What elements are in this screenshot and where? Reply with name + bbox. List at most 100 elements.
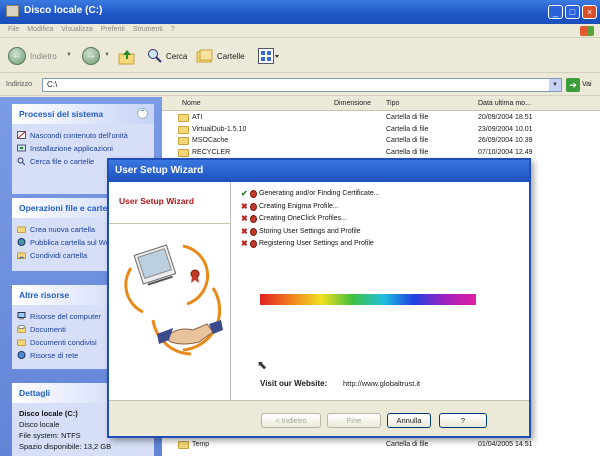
column-size[interactable]: Dimensione [334, 100, 371, 107]
system-tasks-header[interactable]: Processi del sistema ⌃ [12, 104, 154, 124]
drive-icon [6, 5, 19, 17]
folders-button-label[interactable]: Cartelle [217, 52, 245, 61]
go-button-label[interactable]: Vai [582, 81, 592, 88]
install-apps-icon [17, 144, 26, 152]
file-row[interactable]: MSOCache Cartella di file 26/09/2004 10.39 [162, 136, 600, 147]
details-title: Dettagli [19, 388, 51, 398]
toolbar: ← Indietro ▼ → ▼ Cerca Cartelle [0, 39, 600, 73]
new-folder-icon [17, 226, 26, 233]
share-folder-icon [17, 252, 26, 259]
column-date[interactable]: Data ultima mo... [478, 100, 531, 107]
go-arrow-icon[interactable]: ➔ [566, 78, 580, 92]
folder-up-icon[interactable] [118, 48, 136, 66]
close-button[interactable]: × [582, 5, 597, 19]
hide-contents-icon [17, 131, 26, 139]
address-label: Indirizzo [6, 81, 33, 88]
wizard-main-panel: ✔ Generating and/or Finding Certificate..… [231, 182, 529, 400]
menu-modifica[interactable]: Modifica [27, 26, 53, 33]
file-type: Cartella di file [386, 114, 429, 121]
menu-help[interactable]: ? [171, 26, 175, 33]
search-button-label[interactable]: Cerca [166, 52, 187, 61]
back-arrow-icon[interactable]: ← [8, 47, 26, 65]
place-shared-documents-label: Documenti condivisi [30, 338, 97, 347]
wizard-step-label: Generating and/or Finding Certificate... [259, 190, 380, 197]
file-name: Temp [192, 441, 210, 448]
back-button-label[interactable]: Indietro [30, 52, 57, 61]
file-date: 23/09/2004 10.01 [478, 125, 533, 133]
file-type: Cartella di file [386, 148, 429, 156]
other-places-title: Altre risorse [19, 290, 70, 300]
task-install-apps-label: Installazione applicazioni [30, 144, 113, 153]
collapse-chevron-icon[interactable]: ⌃ [137, 108, 148, 119]
minimize-button[interactable]: _ [548, 5, 563, 19]
seal-icon [250, 215, 257, 223]
seal-icon [250, 202, 257, 211]
wizard-side-panel: User Setup Wizard [109, 182, 231, 400]
task-hide-contents-label: Nascondi contenuto dell'unità [30, 131, 128, 140]
file-date: 20/09/2004 18.51 [478, 114, 533, 121]
file-row[interactable]: ATI Cartella di file 20/09/2004 18.51 [162, 113, 600, 124]
file-name: ATI [192, 114, 203, 121]
help-button[interactable]: ? [439, 413, 487, 428]
column-name[interactable]: Nome [182, 100, 201, 107]
forward-arrow-icon[interactable]: → [82, 47, 100, 65]
menu-visualizza[interactable]: Visualizza [61, 26, 92, 33]
folder-icon [178, 114, 189, 122]
website-url[interactable]: http://www.globaltrust.it [343, 379, 420, 388]
maximize-button[interactable]: □ [565, 5, 580, 19]
back-button[interactable]: < Indietro [261, 413, 321, 428]
cross-icon: ✖ [241, 214, 248, 223]
file-date: 01/04/2005 14.51 [478, 441, 533, 448]
file-type: Cartella di file [386, 441, 429, 448]
views-icon[interactable] [258, 48, 280, 64]
task-hide-contents[interactable]: Nascondi contenuto dell'unità [12, 129, 154, 142]
address-value: C:\ [47, 80, 58, 89]
folder-icon [178, 148, 189, 157]
search-icon[interactable] [147, 48, 163, 64]
menu-bar: File Modifica Visualizza Preferiti Strumenti… [0, 24, 600, 38]
wizard-step: ✖ Registering User Settings and Profile [241, 239, 374, 250]
file-name: VirtualDub-1.5.10 [192, 125, 247, 133]
cancel-button[interactable]: Annulla [387, 413, 431, 428]
wizard-step-label: Creating OneClick Profiles... [259, 215, 347, 222]
wizard-side-header: User Setup Wizard [109, 182, 231, 224]
wizard-step-label: Storing User Settings and Profile [259, 227, 361, 235]
wizard-step: ✖ Creating OneClick Profiles... [241, 214, 347, 225]
network-icon [17, 351, 26, 359]
menu-preferiti[interactable]: Preferiti [101, 26, 125, 33]
file-list-header: Nome Dimensione Tipo Data ultima mo... [162, 97, 600, 111]
place-network-label: Risorse di rete [30, 351, 79, 360]
back-dropdown-icon[interactable]: ▼ [66, 52, 72, 58]
finish-button[interactable]: Fine [327, 413, 381, 428]
file-name: MSOCache [192, 137, 229, 144]
seal-icon [250, 240, 257, 248]
address-field[interactable]: C:\ ▼ [42, 78, 562, 92]
check-icon: ✔ [241, 189, 248, 198]
file-row[interactable]: RECYCLER Cartella di file 07/10/2004 12.49 [162, 148, 600, 159]
folders-icon[interactable] [196, 48, 214, 64]
title-bar: Disco locale (C:) _ □ × [0, 0, 600, 24]
column-type[interactable]: Tipo [386, 100, 399, 107]
certificate-handshake-illustration [124, 244, 223, 356]
file-type: Cartella di file [386, 137, 429, 144]
place-documents-label: Documenti [30, 325, 66, 334]
file-tasks-title: Operazioni file e cartelle [19, 203, 117, 213]
task-install-apps[interactable]: Installazione applicazioni [12, 142, 154, 155]
file-name: RECYCLER [192, 148, 231, 156]
file-date: 26/09/2004 10.39 [478, 137, 533, 144]
file-date: 07/10/2004 12.49 [478, 148, 533, 156]
progress-spectrum-bar [260, 294, 476, 305]
wizard-step-label: Creating Enigma Profile... [259, 202, 339, 210]
task-share-folder-label: Condividi cartella [30, 251, 88, 260]
menu-file[interactable]: File [8, 26, 19, 33]
file-row[interactable]: VirtualDub-1.5.10 Cartella di file 23/09/2… [162, 125, 600, 136]
window-title: Disco locale (C:) [24, 5, 103, 16]
system-tasks-title: Processi del sistema [19, 109, 104, 119]
menu-strumenti[interactable]: Strumenti [133, 26, 163, 33]
cross-icon: ✖ [241, 201, 248, 211]
computer-icon [17, 312, 26, 320]
file-row[interactable]: Temp Cartella di file 01/04/2005 14.51 [162, 440, 600, 451]
forward-dropdown-icon[interactable]: ▼ [104, 52, 110, 58]
address-dropdown-icon[interactable]: ▼ [549, 79, 561, 91]
wizard-step: ✔ Generating and/or Finding Certificate..… [241, 189, 380, 200]
